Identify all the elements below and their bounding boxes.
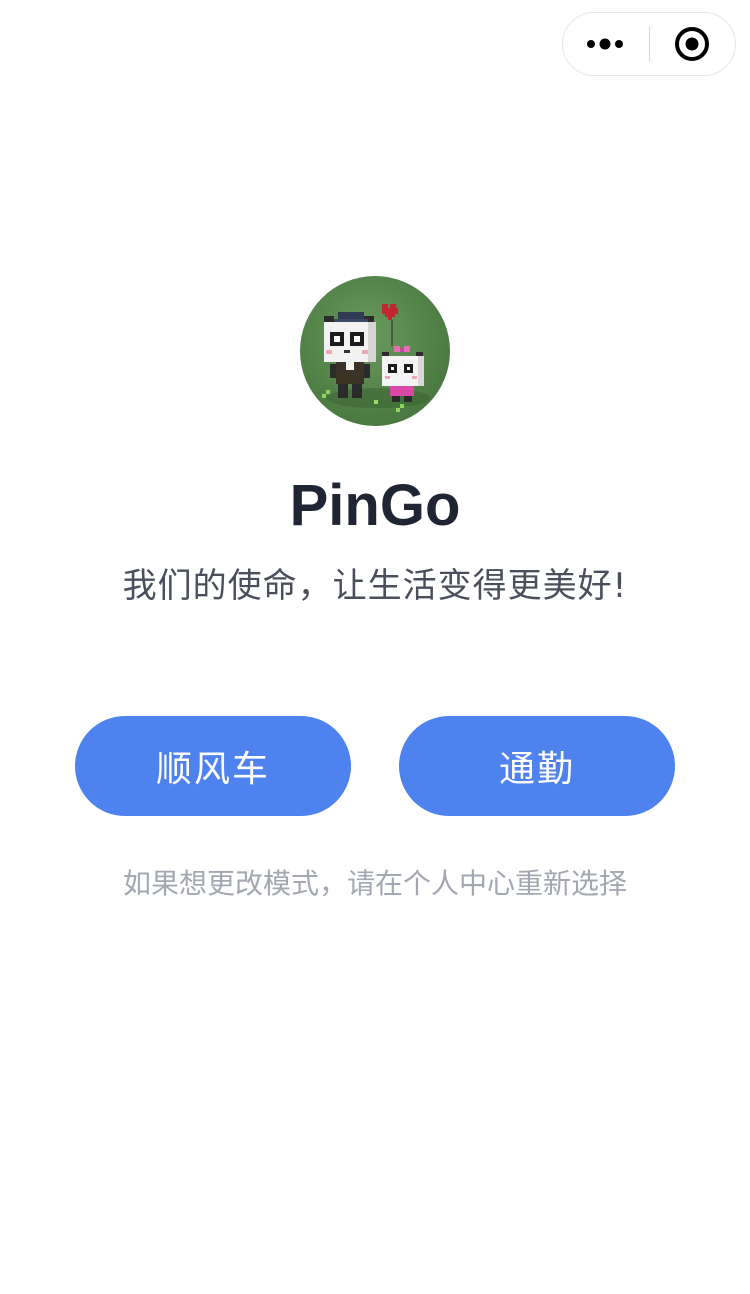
more-button[interactable] xyxy=(563,13,649,75)
page: PinGo 我们的使命，让生活变得更美好! 顺风车 通勤 如果想更改模式，请在个… xyxy=(0,0,750,1294)
close-button[interactable] xyxy=(650,13,735,75)
more-dots-icon xyxy=(587,38,623,50)
commute-mode-button[interactable]: 通勤 xyxy=(399,716,675,816)
app-slogan: 我们的使命，让生活变得更美好! xyxy=(122,566,628,606)
capsule-menu xyxy=(562,12,736,76)
app-logo-avatar xyxy=(300,276,450,426)
mode-change-hint: 如果想更改模式，请在个人中心重新选择 xyxy=(122,867,627,900)
app-title: PinGo xyxy=(289,473,461,538)
target-circle-icon xyxy=(675,27,710,61)
panda-couple-avatar xyxy=(322,304,430,412)
hitchhike-mode-button[interactable]: 顺风车 xyxy=(75,716,351,816)
